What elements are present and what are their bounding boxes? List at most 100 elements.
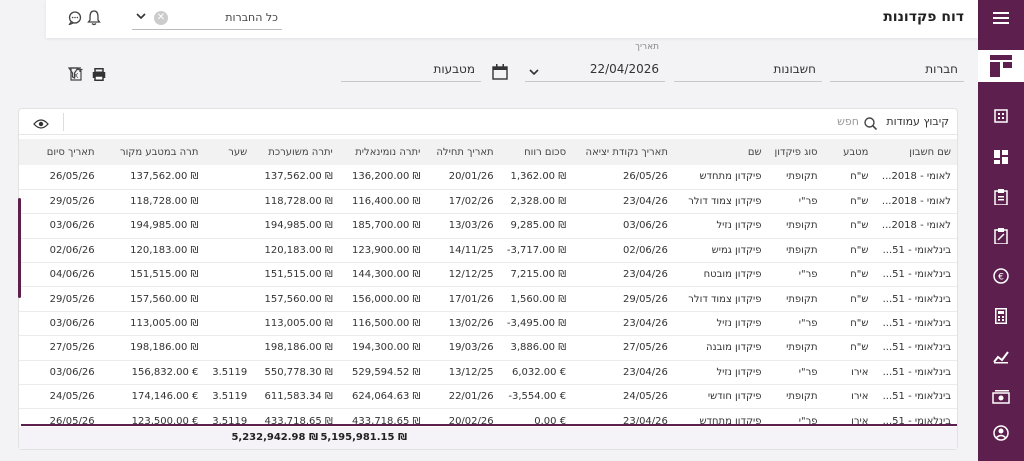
date-picker[interactable]: תאריך 22/04/2026 xyxy=(525,42,665,82)
table-body: לאומי - 2018... ש"ח תקופתי פיקדון מתחדש 26/0… xyxy=(19,165,957,434)
table-cell: 03/06/26 xyxy=(19,360,101,386)
eye-icon[interactable] xyxy=(33,115,49,134)
table-cell: פיקדון חודשי xyxy=(673,384,768,410)
table-cell: ש"ח xyxy=(823,189,875,215)
filter-add-icon[interactable] xyxy=(67,65,84,84)
table-cell: ש"ח xyxy=(823,213,875,239)
table-cell xyxy=(204,213,254,239)
table-cell: 3.5119 xyxy=(204,360,254,386)
column-header[interactable]: סוג פיקדון xyxy=(767,139,824,165)
table-cell: בינלאומי - 51... xyxy=(874,262,957,288)
table-cell: פיקדון גמיש xyxy=(673,238,768,264)
user-account-icon[interactable] xyxy=(978,416,1024,450)
table-row[interactable]: בינלאומי - 51... ש"ח תקופתי פיקדון מובנה 27/… xyxy=(19,335,957,361)
chevron-down-icon[interactable] xyxy=(136,11,146,24)
companies-filter[interactable]: חברות xyxy=(830,56,964,82)
table-cell: פיקדון נזיל xyxy=(673,213,768,239)
table-cell: 185,700.00 ₪ xyxy=(338,213,427,239)
column-header[interactable]: יתרה נומינאלית xyxy=(338,139,427,165)
clipboard-edit-icon[interactable] xyxy=(978,219,1024,253)
chart-growth-icon[interactable] xyxy=(978,340,1024,374)
print-icon[interactable] xyxy=(92,66,106,85)
company-select[interactable]: כל החברות ✕ xyxy=(132,8,282,30)
table-cell: 3.5119 xyxy=(204,384,254,410)
table-cell: 6,032.00 € xyxy=(499,360,573,386)
column-header[interactable]: מטבע xyxy=(823,139,875,165)
table-row[interactable]: לאומי - 2018... ש"ח תקופתי פיקדון נזיל 03/06… xyxy=(19,213,957,239)
table-header-row: שם חשבון מטבע סוג פיקדון שם תאריך נקודת יציא… xyxy=(19,139,957,165)
search-input[interactable]: חפש xyxy=(837,115,859,128)
table-cell: 13/03/26 xyxy=(426,213,500,239)
table-cell: 1,362.00 ₪ xyxy=(499,165,573,190)
table-cell: -3,495.00 ₪ xyxy=(499,311,573,337)
app: € דוח פקדונות כל החברות ✕ חברות חשבונות … xyxy=(0,0,1024,461)
total-revalued-balance: 5,232,942.98 ₪ xyxy=(231,432,318,443)
column-header[interactable]: שם xyxy=(673,139,768,165)
clipboard-icon[interactable] xyxy=(978,180,1024,214)
table-cell: ש"ח xyxy=(823,335,875,361)
table-cell: -3,717.00 ₪ xyxy=(499,238,573,264)
search-icon[interactable] xyxy=(864,115,878,134)
companies-filter-label: חברות xyxy=(925,62,958,76)
table-cell: 13/02/26 xyxy=(426,311,500,337)
table-row[interactable]: בינלאומי - 51... אירו תקופתי פיקדון חודשי 24… xyxy=(19,384,957,410)
cash-icon[interactable] xyxy=(978,380,1024,414)
table-cell: פיקדון מובטח xyxy=(673,262,768,288)
dashboard-icon[interactable] xyxy=(978,140,1024,174)
table-row[interactable]: בינלאומי - 51... ש"ח תקופתי פיקדון צמוד דול… xyxy=(19,286,957,312)
table-cell: 157,560.00 ₪ xyxy=(100,286,205,312)
column-header[interactable]: תרה במטבע מקור xyxy=(100,139,205,165)
chevron-down-icon[interactable] xyxy=(529,62,539,81)
table-cell: ש"ח xyxy=(823,262,875,288)
group-columns-button[interactable]: קיבוץ עמודות xyxy=(886,115,949,128)
table-cell: תקופתי xyxy=(767,286,824,312)
table-row[interactable]: לאומי - 2018... ש"ח פר"י פיקדון צמוד דולר 23… xyxy=(19,189,957,215)
clear-icon[interactable]: ✕ xyxy=(154,11,168,25)
vertical-scrollbar[interactable] xyxy=(18,198,21,298)
totals-row: 5,195,981.15 ₪ 5,232,942.98 ₪ xyxy=(19,427,957,449)
table-cell: 137,562.00 ₪ xyxy=(100,165,205,190)
table-cell: 29/05/26 xyxy=(572,286,674,312)
table-cell xyxy=(204,238,254,264)
table-cell: 27/05/26 xyxy=(19,335,101,361)
column-header[interactable]: תאריך תחילה xyxy=(426,139,500,165)
table-cell: 13/12/25 xyxy=(426,360,500,386)
table-cell: 29/05/26 xyxy=(19,286,101,312)
calendar-icon[interactable] xyxy=(492,64,508,84)
table-cell: פיקדון מתחדש xyxy=(673,165,768,190)
table-cell: 04/06/26 xyxy=(19,262,101,288)
table-row[interactable]: בינלאומי - 51... אירו פר"י פיקדון נזיל 23/04… xyxy=(19,360,957,386)
hamburger-menu-icon[interactable] xyxy=(978,0,1024,36)
table-row[interactable]: בינלאומי - 51... ש"ח תקופתי פיקדון גמיש 02/0… xyxy=(19,238,957,264)
table-cell xyxy=(204,286,254,312)
table-cell: 17/02/26 xyxy=(426,189,500,215)
column-header[interactable]: שער xyxy=(204,139,254,165)
column-header[interactable]: סכום רווח xyxy=(499,139,573,165)
column-header[interactable]: שם חשבון xyxy=(874,139,957,165)
date-label: תאריך xyxy=(635,42,659,52)
table-cell: 529,594.52 ₪ xyxy=(338,360,427,386)
table-cell: בינלאומי - 51... xyxy=(874,286,957,312)
column-header[interactable]: יתרה משוערכת xyxy=(253,139,339,165)
table-row[interactable]: בינלאומי - 51... ש"ח פר"י פיקדון מובטח 23/04… xyxy=(19,262,957,288)
table-row[interactable]: בינלאומי - 51... ש"ח פר"י פיקדון נזיל 23/04/… xyxy=(19,311,957,337)
column-header[interactable]: תאריך נקודת יציאה xyxy=(572,139,674,165)
table-cell: ש"ח xyxy=(823,238,875,264)
column-header[interactable]: תאריך סיום xyxy=(19,139,101,165)
chat-icon[interactable] xyxy=(67,10,82,29)
table-cell: 157,560.00 ₪ xyxy=(253,286,339,312)
horizontal-scrollbar[interactable] xyxy=(21,424,957,426)
table-cell: 7,215.00 ₪ xyxy=(499,262,573,288)
date-value: 22/04/2026 xyxy=(589,62,659,76)
calculator-icon[interactable] xyxy=(978,299,1024,333)
currencies-filter[interactable]: מטבעות xyxy=(341,56,481,82)
table-cell: 26/05/26 xyxy=(19,165,101,190)
building-icon[interactable] xyxy=(978,99,1024,133)
table-cell: 120,183.00 ₪ xyxy=(253,238,339,264)
currency-icon[interactable]: € xyxy=(978,259,1024,293)
table-row[interactable]: לאומי - 2018... ש"ח תקופתי פיקדון מתחדש 26/0… xyxy=(19,165,957,190)
table-cell: 2,328.00 ₪ xyxy=(499,189,573,215)
accounts-filter[interactable]: חשבונות xyxy=(674,56,822,82)
top-header: דוח פקדונות כל החברות ✕ xyxy=(46,0,978,38)
bell-icon[interactable] xyxy=(87,10,101,30)
